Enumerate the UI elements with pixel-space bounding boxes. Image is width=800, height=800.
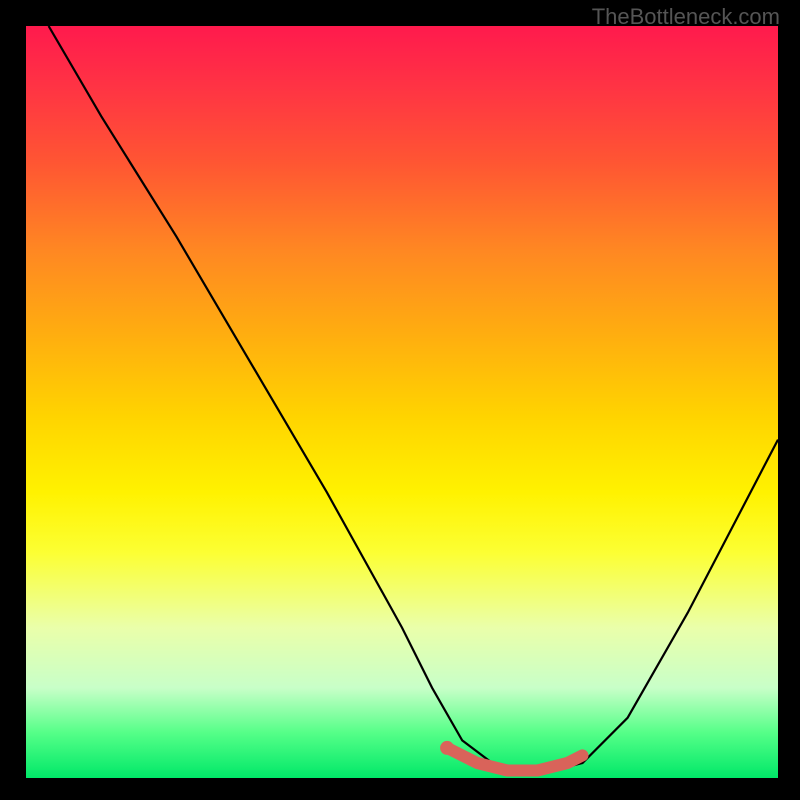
- optimal-zone-marker-dot: [440, 741, 454, 755]
- chart-plot-area: [26, 26, 778, 778]
- chart-svg: [26, 26, 778, 778]
- optimal-zone-marker-line: [447, 748, 582, 771]
- bottleneck-curve-line: [49, 26, 778, 771]
- watermark-label: TheBottleneck.com: [592, 4, 780, 30]
